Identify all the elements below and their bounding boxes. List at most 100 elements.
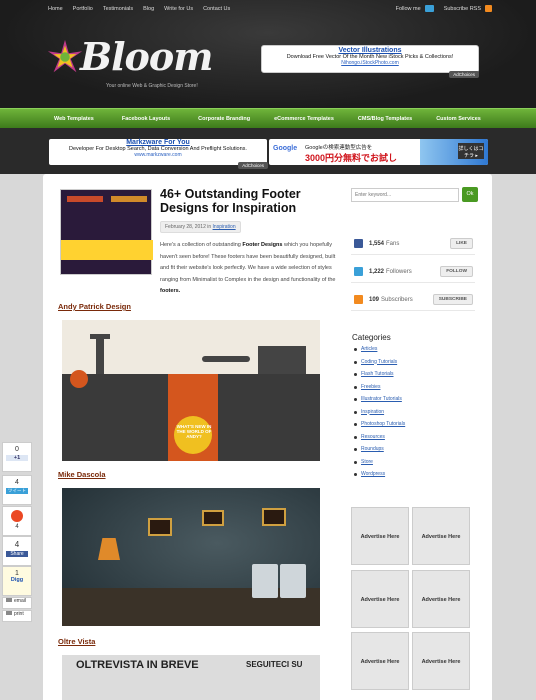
digg-button[interactable]: Digg <box>3 577 31 583</box>
washer-shape <box>280 564 306 598</box>
nav-write-for-us[interactable]: Write for Us <box>164 6 193 12</box>
category-inspiration[interactable]: Inspiration <box>354 409 405 422</box>
category-freebies[interactable]: Freebies <box>354 384 405 397</box>
building-shape <box>258 346 306 374</box>
oltre-vista-screenshot[interactable]: OLTREVISTA IN BREVE SEGUITECI SU <box>62 655 320 700</box>
post-category-link[interactable]: Inspiration <box>213 224 236 230</box>
twitter-icon[interactable] <box>424 5 434 12</box>
section-oltre-vista[interactable]: Oltre Vista <box>58 637 95 646</box>
stumbleupon-share[interactable]: 4 <box>2 506 32 536</box>
google-ad[interactable]: Google Googleの検索連動型広告を 3000円分無料でお試し 詳しくは… <box>269 139 488 165</box>
search-button[interactable]: Ok <box>462 187 478 202</box>
post-thumbnail[interactable] <box>60 189 153 275</box>
main-nav: Web Templates Facebook Layouts Corporate… <box>0 108 536 128</box>
advertise-slot[interactable]: Advertise Here <box>351 570 409 628</box>
category-roundups[interactable]: Roundups <box>354 446 405 459</box>
nav-testimonials[interactable]: Testimonials <box>103 6 133 12</box>
subscribe-button[interactable]: SUBSCRIBE <box>432 294 473 305</box>
category-illustrator-tutorials[interactable]: Illustrator Tutorials <box>354 396 405 409</box>
mike-dascola-screenshot[interactable] <box>62 488 320 626</box>
like-button[interactable]: LIKE <box>450 238 473 249</box>
category-photoshop-tutorials[interactable]: Photoshop Tutorials <box>354 421 405 434</box>
ad-title[interactable]: Markzware For You <box>49 139 267 146</box>
search-input[interactable] <box>351 188 459 202</box>
andy-patrick-screenshot[interactable]: WHAT'S NEW IN THE WORLD OF ANDY? <box>62 320 320 461</box>
email-share[interactable]: email <box>2 597 32 609</box>
advertise-slot[interactable]: Advertise Here <box>412 570 470 628</box>
nav-web-templates[interactable]: Web Templates <box>54 116 94 122</box>
tower-top <box>90 334 110 339</box>
nav-corporate-branding[interactable]: Corporate Branding <box>198 116 250 122</box>
nav-cms-blog-templates[interactable]: CMS/Blog Templates <box>358 116 412 122</box>
facebook-fans-row: 1,554 Fans LIKE <box>351 233 475 255</box>
category-resources[interactable]: Resources <box>354 434 405 447</box>
print-share[interactable]: print <box>2 610 32 622</box>
post-title[interactable]: 46+ Outstanding Footer Designs for Inspi… <box>160 187 340 215</box>
top-ad-banner[interactable]: Vector Illustrations Download Free Vecto… <box>261 45 479 78</box>
ad-title[interactable]: Vector Illustrations <box>262 47 478 54</box>
tweet-button[interactable]: ツイート <box>6 488 28 494</box>
advertise-slot[interactable]: Advertise Here <box>351 632 409 690</box>
intro-text-1: Here's a collection of outstanding <box>160 242 241 248</box>
post-meta: February 28, 2012 in Inspiration <box>160 221 241 233</box>
plus-one-button[interactable]: +1 <box>6 455 28 461</box>
category-articles[interactable]: Articles <box>354 346 405 359</box>
nav-portfolio[interactable]: Portfolio <box>73 6 93 12</box>
nav-contact[interactable]: Contact Us <box>203 6 230 12</box>
intro-bold-2: footers. <box>160 288 181 294</box>
follower-count: 1,222 <box>369 268 385 275</box>
google-plus-share[interactable]: 0 +1 <box>2 442 32 472</box>
ad-details-button[interactable]: 詳しくはコチラ ▸ <box>458 143 484 159</box>
ad-url[interactable]: Nihongo.iStockPhoto.com <box>262 60 478 66</box>
thumb-bar <box>111 196 147 202</box>
fb-share-button[interactable]: Share <box>6 551 28 557</box>
section-andy-patrick[interactable]: Andy Patrick Design <box>58 302 131 311</box>
subscriber-count: 109 <box>369 296 380 303</box>
nav-facebook-layouts[interactable]: Facebook Layouts <box>122 116 170 122</box>
advertise-slot[interactable]: Advertise Here <box>351 507 409 565</box>
follow-me-link[interactable]: Follow me <box>396 6 421 12</box>
nav-home[interactable]: Home <box>48 6 63 12</box>
facebook-share[interactable]: 4 Share <box>2 536 32 566</box>
stumbleupon-icon <box>11 510 23 522</box>
subscribe-rss-link[interactable]: Subscribe RSS <box>444 6 481 12</box>
fan-count: 1,554 <box>369 240 385 247</box>
ad-line-2: 3000円分無料でお試し <box>305 153 398 163</box>
tweet-share[interactable]: 4 ツイート <box>2 475 32 505</box>
top-nav: Home Portfolio Testimonials Blog Write f… <box>48 6 230 12</box>
category-store[interactable]: Store <box>354 459 405 472</box>
advertise-slot[interactable]: Advertise Here <box>412 507 470 565</box>
logo-tagline: Your online Web & Graphic Design Store! <box>106 83 198 89</box>
category-coding-tutorials[interactable]: Coding Tutorials <box>354 359 405 372</box>
nav-custom-services[interactable]: Custom Services <box>436 116 481 122</box>
nav-ecommerce-templates[interactable]: eCommerce Templates <box>274 116 334 122</box>
adchoices-badge[interactable]: AdChoices <box>238 162 268 169</box>
adchoices-badge[interactable]: AdChoices <box>449 71 479 78</box>
nav-blog[interactable]: Blog <box>143 6 154 12</box>
facebook-icon <box>354 239 363 248</box>
category-wordpress[interactable]: Wordpress <box>354 471 405 484</box>
follow-links: Follow me Subscribe RSS <box>396 5 492 12</box>
ad-url[interactable]: www.markzware.com <box>49 152 267 158</box>
follow-button[interactable]: FOLLOW <box>440 266 473 277</box>
thumb-bar <box>67 196 103 202</box>
follower-label: Followers <box>386 268 412 275</box>
section-mike-dascola[interactable]: Mike Dascola <box>58 470 106 479</box>
andy-tagline: WHAT'S NEW IN THE WORLD OF ANDY? <box>176 424 212 439</box>
advertise-slot[interactable]: Advertise Here <box>412 632 470 690</box>
plane-shape <box>202 356 250 362</box>
washer-shape <box>252 564 278 598</box>
digg-share[interactable]: 1 Digg <box>2 566 32 596</box>
site-header: Home Portfolio Testimonials Blog Write f… <box>0 0 536 110</box>
twitter-icon <box>354 267 363 276</box>
rss-icon[interactable] <box>485 5 492 12</box>
post-intro: Here's a collection of outstanding Foote… <box>160 240 340 298</box>
logo-badge <box>70 370 88 388</box>
category-flash-tutorials[interactable]: Flash Tutorials <box>354 371 405 384</box>
intro-text-2: which you hopefully haven't seen before!… <box>160 242 336 283</box>
site-logo[interactable]: Bloom Your online Web & Graphic Design S… <box>44 32 214 92</box>
ad-line-1: Googleの検索連動型広告を <box>305 145 373 151</box>
markzware-ad[interactable]: Markzware For You Developer For Desktop … <box>49 139 268 169</box>
intro-bold: Footer Designs <box>242 242 283 248</box>
oltrevista-heading: OLTREVISTA IN BREVE <box>76 659 199 671</box>
